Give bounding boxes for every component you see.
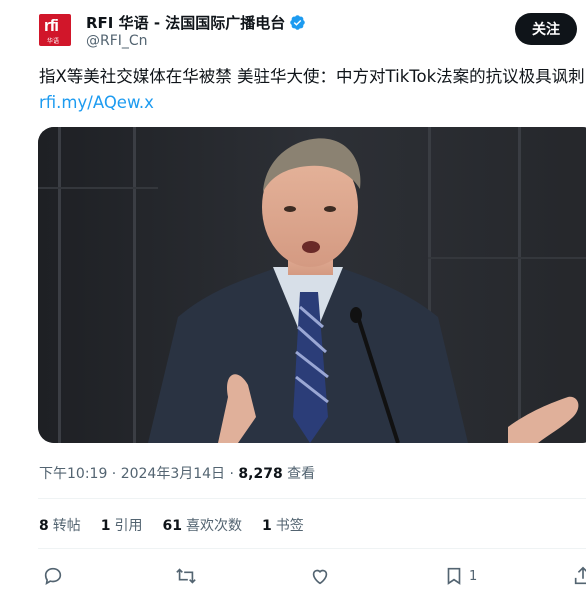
engagement-stats: 8 转帖 1 引用 61 喜欢次数 1 书签 — [39, 515, 304, 535]
stat-quotes[interactable]: 1 引用 — [101, 515, 143, 535]
share-icon — [574, 566, 586, 585]
reply-button[interactable] — [42, 563, 64, 589]
tweet-text: 指X等美社交媒体在华被禁 美驻华大使：中方对TikTok法案的抗议极具讽刺 — [39, 67, 585, 86]
tweet-meta: 下午10:19 · 2024年3月14日 · 8,278 查看 — [39, 463, 315, 483]
bookmark-count: 1 — [469, 568, 478, 584]
views-count: 8,278 — [238, 466, 283, 482]
bookmark-icon — [447, 567, 461, 585]
retweet-button[interactable] — [175, 563, 197, 589]
rfi-logo-text: rfi — [44, 16, 59, 35]
author-name-row[interactable]: RFI 华语 - 法国国际广播电台 — [86, 12, 306, 33]
divider-bottom — [38, 548, 586, 549]
verified-badge-icon — [290, 15, 306, 30]
author-name[interactable]: RFI 华语 - 法国国际广播电台 — [86, 12, 285, 33]
follow-button[interactable]: 关注 — [515, 13, 577, 45]
stat-bookmarks[interactable]: 1 书签 — [262, 515, 304, 535]
reply-icon — [44, 567, 62, 585]
views-label: 查看 — [282, 466, 316, 482]
tweet-link[interactable]: rfi.my/AQew.x — [39, 93, 154, 112]
stat-likes[interactable]: 61 喜欢次数 — [163, 515, 242, 535]
photo-illustration — [38, 127, 586, 443]
bookmark-button[interactable]: 1 — [443, 563, 477, 589]
heart-icon — [312, 569, 328, 585]
action-bar: 1 — [0, 563, 586, 591]
retweet-icon — [176, 568, 196, 584]
share-button[interactable] — [572, 563, 586, 589]
like-button[interactable] — [309, 563, 331, 589]
rfi-logo-subtext: 华语 — [47, 38, 60, 45]
author-handle[interactable]: @RFI_Cn — [86, 33, 148, 49]
stat-reposts[interactable]: 8 转帖 — [39, 515, 81, 535]
divider-top — [38, 498, 586, 499]
tweet-photo[interactable] — [38, 127, 586, 443]
author-avatar[interactable]: rfi 华语 — [39, 14, 71, 46]
tweet-timestamp[interactable]: 下午10:19 · 2024年3月14日 · — [39, 466, 238, 482]
